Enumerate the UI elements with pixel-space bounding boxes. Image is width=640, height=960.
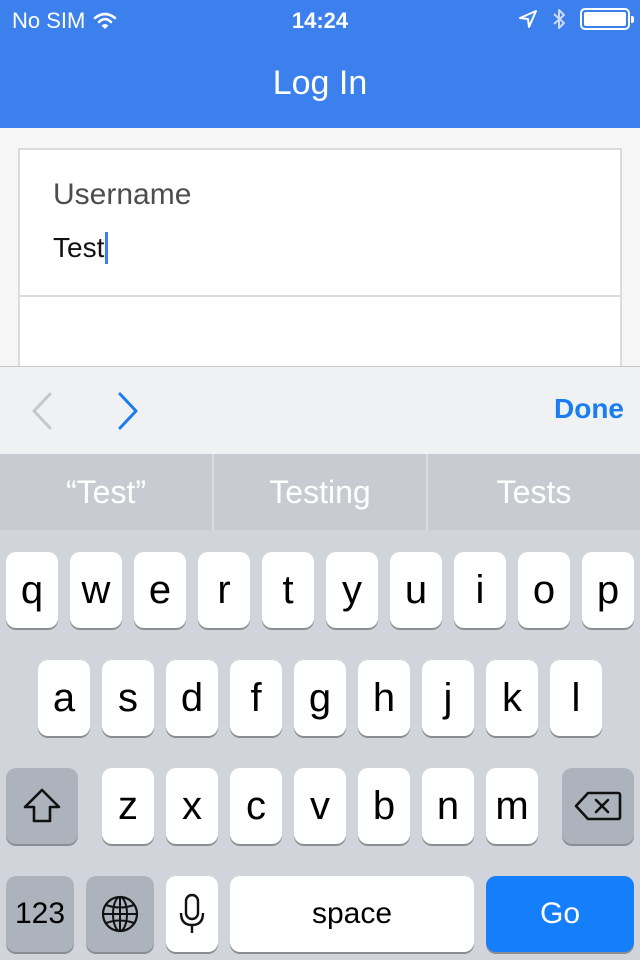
suggestion-item[interactable]: Tests xyxy=(426,454,640,530)
location-arrow-icon xyxy=(519,10,537,28)
go-key[interactable]: Go xyxy=(486,876,634,952)
suggestion-item[interactable]: “Test” xyxy=(0,454,212,530)
battery-icon xyxy=(580,8,634,30)
key-t[interactable]: t xyxy=(262,552,314,628)
status-right-group xyxy=(518,8,634,30)
key-s[interactable]: s xyxy=(102,660,154,736)
form-area: Username Test xyxy=(0,128,640,378)
globe-key[interactable] xyxy=(86,876,154,952)
globe-icon xyxy=(101,895,139,933)
chevron-left-icon xyxy=(32,392,52,430)
space-key[interactable]: space xyxy=(230,876,474,952)
navigation-header: No SIM 14:24 Log In xyxy=(0,0,640,128)
key-q[interactable]: q xyxy=(6,552,58,628)
key-k[interactable]: k xyxy=(486,660,538,736)
suggestion-item[interactable]: Testing xyxy=(212,454,426,530)
shift-icon xyxy=(23,788,61,823)
login-form: Username Test xyxy=(18,148,622,378)
username-field[interactable]: Test xyxy=(53,232,109,264)
key-x[interactable]: x xyxy=(166,768,218,844)
text-cursor xyxy=(105,232,109,264)
field-divider xyxy=(20,295,620,297)
battery-fill xyxy=(584,12,626,26)
username-input-value[interactable]: Test xyxy=(53,232,104,264)
next-field-button[interactable] xyxy=(106,389,150,433)
key-o[interactable]: o xyxy=(518,552,570,628)
previous-field-button[interactable] xyxy=(20,389,64,433)
key-n[interactable]: n xyxy=(422,768,474,844)
key-z[interactable]: z xyxy=(102,768,154,844)
key-c[interactable]: c xyxy=(230,768,282,844)
key-v[interactable]: v xyxy=(294,768,346,844)
key-j[interactable]: j xyxy=(422,660,474,736)
key-m[interactable]: m xyxy=(486,768,538,844)
key-d[interactable]: d xyxy=(166,660,218,736)
done-button[interactable]: Done xyxy=(554,393,624,425)
backspace-key[interactable] xyxy=(562,768,634,844)
key-g[interactable]: g xyxy=(294,660,346,736)
key-a[interactable]: a xyxy=(38,660,90,736)
key-b[interactable]: b xyxy=(358,768,410,844)
key-p[interactable]: p xyxy=(582,552,634,628)
username-label: Username xyxy=(53,178,192,211)
backspace-icon xyxy=(574,791,622,821)
key-f[interactable]: f xyxy=(230,660,282,736)
bluetooth-icon xyxy=(553,9,565,29)
shift-key[interactable] xyxy=(6,768,78,844)
key-r[interactable]: r xyxy=(198,552,250,628)
numbers-key[interactable]: 123 xyxy=(6,876,74,952)
predictive-suggestions-bar: “Test” Testing Tests xyxy=(0,454,640,530)
key-y[interactable]: y xyxy=(326,552,378,628)
key-i[interactable]: i xyxy=(454,552,506,628)
key-h[interactable]: h xyxy=(358,660,410,736)
dictation-key[interactable] xyxy=(166,876,218,952)
microphone-icon xyxy=(179,893,205,933)
keyboard-accessory-bar: Done xyxy=(0,366,640,454)
key-e[interactable]: e xyxy=(134,552,186,628)
keyboard: q w e r t y u i o p a s d f g h j k l z … xyxy=(0,530,640,960)
status-bar: No SIM 14:24 xyxy=(0,0,640,40)
page-title: Log In xyxy=(272,64,368,102)
key-u[interactable]: u xyxy=(390,552,442,628)
key-w[interactable]: w xyxy=(70,552,122,628)
chevron-right-icon xyxy=(118,392,138,430)
key-l[interactable]: l xyxy=(550,660,602,736)
